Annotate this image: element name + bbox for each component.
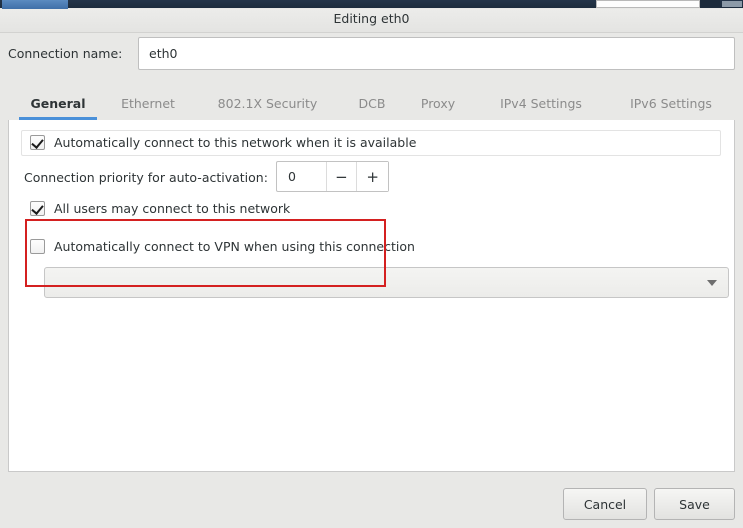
tab-general[interactable]: General [17,86,99,120]
all-users-checkbox-row[interactable]: All users may connect to this network [30,201,290,216]
connection-name-row: Connection name: [0,33,743,77]
dialog-titlebar: Editing eth0 [0,9,743,33]
all-users-checkbox[interactable] [30,201,45,216]
tab-label: IPv6 Settings [630,95,712,111]
general-tab-panel: Automatically connect to this network wh… [8,120,735,472]
tab-label: DCB [358,95,386,111]
auto-connect-label: Automatically connect to this network wh… [54,135,417,150]
connection-priority-label: Connection priority for auto-activation: [24,170,268,185]
background-window-tab [2,0,68,9]
auto-vpn-label: Automatically connect to VPN when using … [54,239,415,254]
connection-name-input[interactable] [138,37,735,70]
tab-ipv6-settings[interactable]: IPv6 Settings [609,86,733,120]
connection-name-label: Connection name: [8,46,123,61]
all-users-label: All users may connect to this network [54,201,291,216]
background-window-field [596,0,700,8]
auto-vpn-checkbox-row[interactable]: Automatically connect to VPN when using … [30,239,415,254]
background-window-button-2 [722,1,742,7]
chevron-down-icon [707,280,717,286]
tab-label: Proxy [420,95,456,111]
tab-8021x-security[interactable]: 802.1X Security [197,86,338,120]
connection-priority-stepper[interactable]: 0 − + [276,161,389,192]
auto-connect-checkbox-row[interactable]: Automatically connect to this network wh… [30,135,416,150]
tab-ipv4-settings[interactable]: IPv4 Settings [479,86,603,120]
connection-priority-value[interactable]: 0 [277,162,327,191]
tab-ethernet[interactable]: Ethernet [107,86,189,120]
auto-connect-checkbox[interactable] [30,135,45,150]
auto-vpn-checkbox[interactable] [30,239,45,254]
tab-proxy[interactable]: Proxy [408,86,468,120]
tab-label: 802.1X Security [217,95,318,111]
dialog-title: Editing eth0 [333,11,410,26]
editing-connection-dialog: Editing eth0 Connection name: General Et… [0,9,743,528]
settings-tab-bar: General Ethernet 802.1X Security DCB Pro… [0,86,743,120]
tab-label: Ethernet [121,95,175,111]
tab-label: General [30,95,86,111]
cancel-button[interactable]: Cancel [563,488,647,520]
save-button[interactable]: Save [654,488,735,520]
plus-icon[interactable]: + [357,162,388,191]
minus-icon[interactable]: − [326,162,358,191]
tab-dcb[interactable]: DCB [349,86,395,120]
tab-label: IPv4 Settings [500,95,582,111]
background-window-button-1 [700,0,720,8]
vpn-connection-select[interactable] [44,267,729,298]
